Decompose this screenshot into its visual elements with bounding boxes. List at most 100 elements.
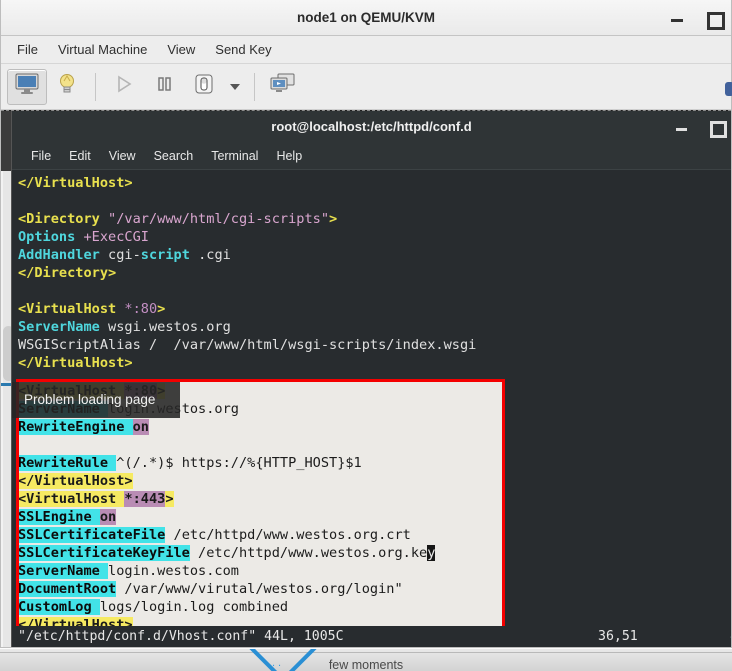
firefox-error-page: .. few moments bbox=[0, 649, 732, 671]
terminal-token: <VirtualHost bbox=[18, 301, 125, 317]
terminal-menu-search[interactable]: Search bbox=[145, 146, 203, 166]
terminal-line: ServerName wsgi.westos.org bbox=[18, 318, 731, 336]
terminal-menu-edit[interactable]: Edit bbox=[60, 146, 100, 166]
run-button[interactable] bbox=[104, 69, 144, 105]
menu-virtual-machine[interactable]: Virtual Machine bbox=[48, 38, 157, 61]
terminal-line: DocumentRoot /var/www/virutal/westos.org… bbox=[18, 580, 503, 598]
terminal-token: y bbox=[427, 545, 436, 561]
snapshots-button[interactable] bbox=[263, 69, 303, 105]
terminal-token: </VirtualHost> bbox=[18, 175, 133, 191]
toolbar-overflow-icon[interactable] bbox=[725, 82, 732, 96]
terminal-window-controls bbox=[675, 111, 727, 143]
terminal-token: AddHandler bbox=[18, 247, 109, 263]
terminal-token: ServerName bbox=[18, 319, 109, 335]
terminal-line: AddHandler cgi-script .cgi bbox=[18, 246, 731, 264]
vim-visual-selection-block[interactable]: <VirtualHost *:80>ServerName login.westo… bbox=[18, 382, 503, 633]
error-page-text: few moments bbox=[328, 658, 404, 671]
maximize-icon[interactable] bbox=[705, 10, 725, 30]
pause-icon bbox=[156, 75, 172, 98]
status-cursor-position: 36,51 bbox=[598, 629, 638, 644]
minimize-icon[interactable] bbox=[675, 120, 689, 134]
terminal-token: on bbox=[99, 509, 117, 525]
vm-toolbar bbox=[1, 64, 732, 110]
pause-button[interactable] bbox=[144, 69, 184, 105]
terminal-token: wsgi.westos.org bbox=[108, 319, 231, 335]
terminal-token: script bbox=[140, 247, 190, 263]
vm-window-controls bbox=[669, 0, 725, 36]
terminal-token: RewriteRule bbox=[18, 455, 117, 471]
terminal-token: ServerName bbox=[18, 563, 109, 579]
terminal-token: +ExecCGI bbox=[83, 229, 149, 245]
terminal-line: <VirtualHost *:80> bbox=[18, 300, 731, 318]
terminal-line: SSLCertificateKeyFile /etc/httpd/www.wes… bbox=[18, 544, 503, 562]
terminal-token: RewriteEngine bbox=[18, 419, 133, 435]
terminal-token: login.westos.com bbox=[108, 563, 239, 579]
maximize-icon[interactable] bbox=[709, 120, 727, 138]
terminal-token: Options bbox=[18, 229, 84, 245]
terminal-titlebar: root@localhost:/etc/httpd/conf.d bbox=[12, 111, 731, 143]
terminal-token: </VirtualHost> bbox=[18, 355, 133, 371]
terminal-line: SSLEngine on bbox=[18, 508, 503, 526]
lightbulb-icon bbox=[58, 73, 76, 100]
terminal-line: CustomLog logs/login.log combined bbox=[18, 598, 503, 616]
terminal-line: RewriteRule ^(/.*)$ https://%{HTTP_HOST}… bbox=[18, 454, 503, 472]
tooltip-text: Problem loading page bbox=[24, 392, 156, 407]
terminal-token: "/var/www/html/cgi-scripts" bbox=[108, 211, 330, 227]
terminal-token: /var/www/virutal/westos.org/login" bbox=[116, 581, 403, 597]
terminal-menu-view[interactable]: View bbox=[100, 146, 145, 166]
terminal-line: <Directory "/var/www/html/cgi-scripts"> bbox=[18, 210, 731, 228]
play-icon bbox=[115, 75, 133, 98]
terminal-token: CustomLog bbox=[18, 599, 100, 615]
menu-send-key[interactable]: Send Key bbox=[205, 38, 281, 61]
terminal-line: </VirtualHost> bbox=[18, 472, 503, 490]
terminal-token: WSGIScriptAlias / /var/www/html/wsgi-scr… bbox=[18, 337, 477, 353]
monitor-icon bbox=[15, 73, 39, 100]
terminal-line: WSGIScriptAlias / /var/www/html/wsgi-scr… bbox=[18, 336, 731, 354]
show-details-button[interactable] bbox=[47, 69, 87, 105]
terminal-token: /etc/httpd/www.westos.org.ke bbox=[189, 545, 428, 561]
terminal-token: DocumentRoot bbox=[18, 581, 117, 597]
tooltip-problem-loading-page: Problem loading page bbox=[12, 382, 180, 418]
terminal-menu-file[interactable]: File bbox=[22, 146, 60, 166]
terminal-line: SSLCertificateFile /etc/httpd/www.westos… bbox=[18, 526, 503, 544]
status-percent: 8 bbox=[730, 626, 731, 647]
terminal-token: *:80 bbox=[124, 301, 158, 317]
menu-view[interactable]: View bbox=[157, 38, 205, 61]
terminal-line: Options +ExecCGI bbox=[18, 228, 731, 246]
terminal-token: > bbox=[165, 491, 174, 507]
terminal-line: RewriteEngine on bbox=[18, 418, 503, 436]
terminal-token: > bbox=[329, 211, 338, 227]
menu-file[interactable]: File bbox=[7, 38, 48, 61]
terminal-line: </VirtualHost> bbox=[18, 174, 731, 192]
terminal-token: > bbox=[157, 301, 166, 317]
terminal-menu-help[interactable]: Help bbox=[267, 146, 311, 166]
shutdown-button[interactable] bbox=[184, 69, 224, 105]
vm-window-title: node1 on QEMU/KVM bbox=[297, 10, 435, 25]
vm-console-viewport[interactable]: root@localhost:/etc/httpd/conf.d File Ed… bbox=[1, 110, 731, 647]
terminal-token: </VirtualHost> bbox=[18, 473, 133, 489]
terminal-window: root@localhost:/etc/httpd/conf.d File Ed… bbox=[11, 111, 731, 647]
divider bbox=[0, 652, 732, 653]
terminal-token: ^(/.*)$ https://%{HTTP_HOST}$1 bbox=[116, 455, 362, 471]
terminal-token: on bbox=[132, 419, 149, 435]
terminal-token: SSLCertificateFile bbox=[18, 527, 166, 543]
vm-titlebar: node1 on QEMU/KVM bbox=[1, 0, 731, 36]
power-icon bbox=[193, 73, 215, 100]
terminal-token: SSLCertificateKeyFile bbox=[18, 545, 190, 561]
terminal-menu-terminal[interactable]: Terminal bbox=[202, 146, 267, 166]
terminal-line: ServerName login.westos.com bbox=[18, 562, 503, 580]
snapshots-icon bbox=[270, 73, 296, 100]
terminal-token: *:443 bbox=[124, 491, 166, 507]
minimize-icon[interactable] bbox=[669, 10, 685, 26]
virt-manager-window: node1 on QEMU/KVM File Virtual Machine V… bbox=[0, 0, 732, 648]
shutdown-options-button[interactable] bbox=[224, 69, 246, 105]
show-console-button[interactable] bbox=[7, 68, 47, 105]
terminal-line: </Directory> bbox=[18, 264, 731, 282]
vim-status-line: "/etc/httpd/conf.d/Vhost.conf" 44L, 1005… bbox=[12, 626, 731, 647]
terminal-window-title: root@localhost:/etc/httpd/conf.d bbox=[271, 119, 472, 134]
terminal-text-area[interactable]: </VirtualHost> <Directory "/var/www/html… bbox=[12, 170, 731, 647]
terminal-token: logs/login.log combined bbox=[99, 599, 289, 615]
